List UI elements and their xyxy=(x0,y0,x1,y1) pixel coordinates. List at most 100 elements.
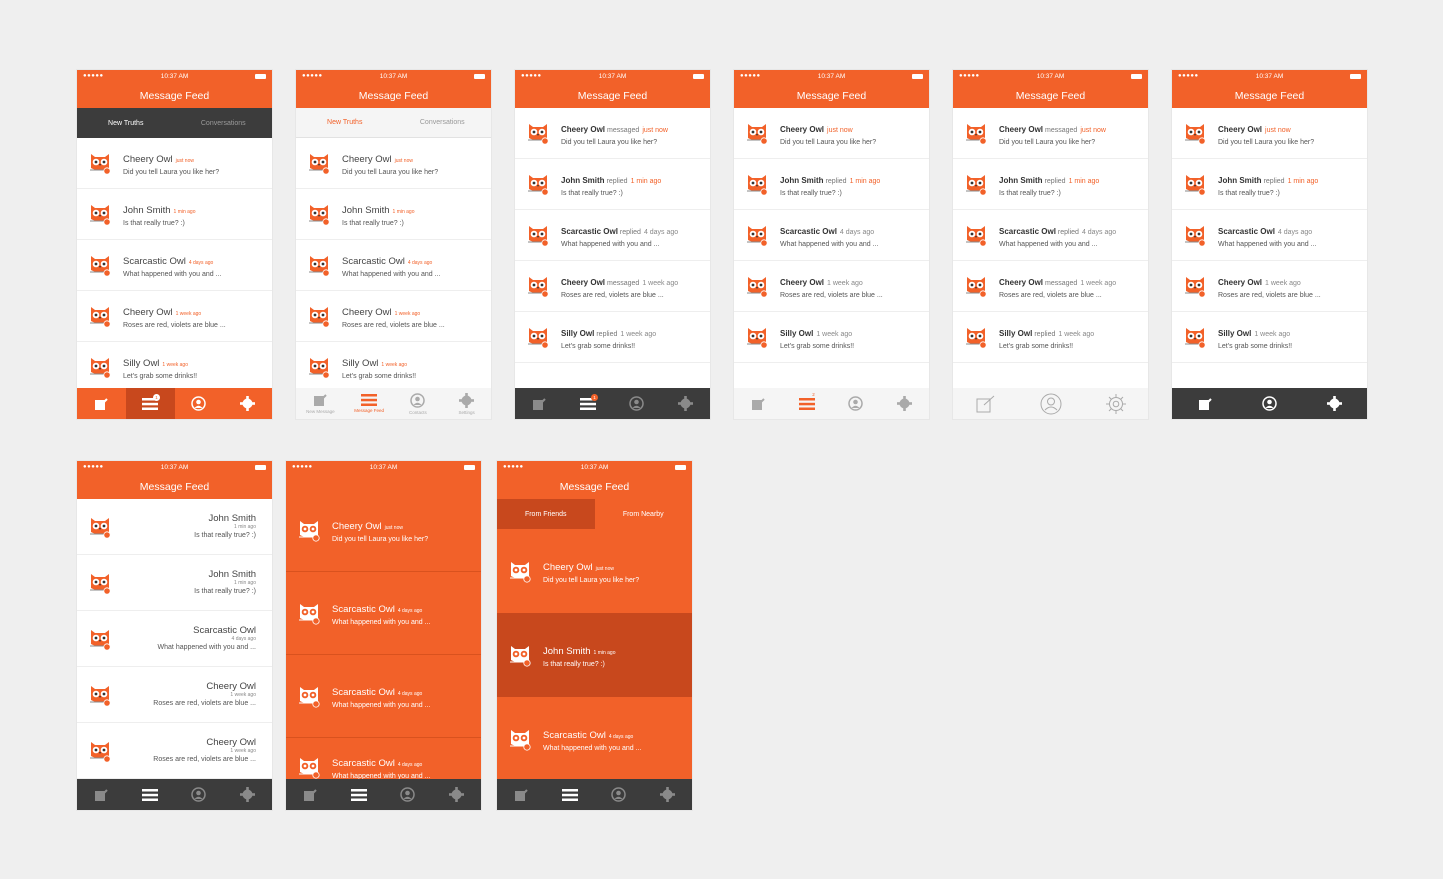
tab-compose[interactable] xyxy=(286,779,335,810)
timestamp: 1 week ago xyxy=(162,362,188,369)
tab-compose[interactable] xyxy=(77,388,126,419)
tab-feed[interactable] xyxy=(546,779,595,810)
list-item[interactable]: John Smith 1 min ago Is that really true?… xyxy=(296,189,491,240)
tab-contact[interactable] xyxy=(1018,388,1083,419)
tab-gear[interactable] xyxy=(1083,388,1148,419)
list-item[interactable]: Silly Owl 1 week ago Let's grab some drin… xyxy=(1172,312,1367,363)
tab-gear[interactable] xyxy=(880,388,929,419)
list-item[interactable]: John Smith 1 min ago Is that really true?… xyxy=(497,613,692,697)
tab-compose[interactable] xyxy=(77,779,126,810)
list-item[interactable]: Cheery Owl messaged 1 week ago Roses are r… xyxy=(953,261,1148,312)
list-item[interactable]: Scarcastic Owl 4 days ago What happened w… xyxy=(286,572,481,655)
list-item[interactable]: John Smith replied 1 min ago Is that reall… xyxy=(1172,159,1367,210)
tab-feed[interactable]: Message Feed xyxy=(345,388,394,419)
tab-gear[interactable] xyxy=(223,779,272,810)
tab-gear[interactable] xyxy=(1302,388,1367,419)
list-item[interactable]: Cheery Owl 1 week ago Roses are red, viol… xyxy=(1172,261,1367,312)
tab-conversations[interactable]: Conversations xyxy=(175,108,273,138)
tab-gear[interactable] xyxy=(223,388,272,419)
tab-compose[interactable] xyxy=(515,388,564,419)
list-item[interactable]: Cheery Owl messaged just now Did you tell … xyxy=(515,108,710,159)
list-item[interactable]: John Smith replied 1 min ago Is that reall… xyxy=(953,159,1148,210)
list-item[interactable]: Cheery Owl 1 week ago Roses are red, viol… xyxy=(296,291,491,342)
tab-feed[interactable] xyxy=(126,779,175,810)
tab-contact[interactable]: Contacts xyxy=(394,388,443,419)
list-item[interactable]: Cheery Owl just now Did you tell Laura yo… xyxy=(296,138,491,189)
tab-feed[interactable]: 1 xyxy=(125,388,175,419)
list-item[interactable]: Scarcastic Owl 4 days ago What happened … xyxy=(77,611,272,667)
tab-conversations[interactable]: Conversations xyxy=(394,108,492,137)
list-item[interactable]: Cheery Owl 1 week ago Roses are red, vio… xyxy=(77,667,272,723)
list-item[interactable]: Cheery Owl just now Did you tell Laura yo… xyxy=(1172,108,1367,159)
tab-feed[interactable]: 1 xyxy=(564,388,613,419)
timestamp: 4 days ago xyxy=(188,260,214,267)
tab-gear[interactable] xyxy=(432,779,481,810)
tab-contact[interactable] xyxy=(832,388,881,419)
list-item[interactable]: Silly Owl 1 week ago Let's grab some drin… xyxy=(734,312,929,363)
list-item[interactable]: Scarcastic Owl 4 days ago What happened w… xyxy=(497,697,692,781)
list-item[interactable]: Cheery Owl messaged just now Did you tell … xyxy=(953,108,1148,159)
tab-compose[interactable] xyxy=(497,779,546,810)
list-item[interactable]: Cheery Owl 1 week ago Roses are red, viol… xyxy=(77,291,272,342)
tab-new-truths[interactable]: New Truths xyxy=(77,108,175,138)
tab-gear[interactable] xyxy=(661,388,710,419)
list-item[interactable]: Cheery Owl messaged 1 week ago Roses are r… xyxy=(515,261,710,312)
message-preview: What happened with you and ... xyxy=(342,271,441,279)
tab-contact[interactable] xyxy=(1237,388,1302,419)
list-item[interactable]: John Smith 1 min ago Is that really true… xyxy=(77,555,272,611)
owl-avatar-icon xyxy=(306,151,332,175)
tab-from-nearby[interactable]: From Nearby xyxy=(595,499,693,529)
list-item[interactable]: Scarcastic Owl replied 4 days ago What hap… xyxy=(515,210,710,261)
list-item[interactable]: Scarcastic Owl 4 days ago What happened w… xyxy=(734,210,929,261)
list-item[interactable]: Cheery Owl just now Did you tell Laura yo… xyxy=(497,529,692,613)
list-item[interactable]: Silly Owl 1 week ago Let's grab some drin… xyxy=(77,342,272,393)
tab-contact[interactable] xyxy=(175,779,224,810)
timestamp: just now xyxy=(827,127,853,135)
tab-feed[interactable]: 2 xyxy=(783,388,832,419)
list-item[interactable]: Scarcastic Owl 4 days ago What happened w… xyxy=(296,240,491,291)
action-verb: messaged xyxy=(1045,127,1078,135)
tab-compose[interactable] xyxy=(1172,388,1237,419)
tab-bar: 1 xyxy=(77,388,272,419)
tab-compose[interactable]: New Message xyxy=(296,388,345,419)
list-item[interactable]: Scarcastic Owl 4 days ago What happened w… xyxy=(286,655,481,738)
list-item[interactable]: Cheery Owl just now Did you tell Laura yo… xyxy=(286,489,481,572)
list-item[interactable]: John Smith replied 1 min ago Is that reall… xyxy=(515,159,710,210)
list-item[interactable]: Cheery Owl just now Did you tell Laura yo… xyxy=(734,108,929,159)
tab-new-truths[interactable]: New Truths xyxy=(296,108,394,137)
tab-contact[interactable] xyxy=(384,779,433,810)
tab-from-friends[interactable]: From Friends xyxy=(497,499,595,529)
list-item[interactable]: Scarcastic Owl 4 days ago What happened w… xyxy=(77,240,272,291)
tab-gear[interactable] xyxy=(643,779,692,810)
list-item[interactable]: Silly Owl 1 week ago Let's grab some drin… xyxy=(296,342,491,393)
timestamp: 1 min ago xyxy=(849,178,881,186)
tab-contact[interactable] xyxy=(613,388,662,419)
list-item[interactable]: Cheery Owl just now Did you tell Laura yo… xyxy=(77,138,272,189)
list-item[interactable]: Cheery Owl 1 week ago Roses are red, vio… xyxy=(77,723,272,779)
list-item[interactable]: Scarcastic Owl 4 days ago What happened w… xyxy=(1172,210,1367,261)
tab-contact[interactable] xyxy=(175,388,224,419)
list-item[interactable]: Scarcastic Owl replied 4 days ago What hap… xyxy=(953,210,1148,261)
list-item[interactable]: John Smith 1 min ago Is that really true?… xyxy=(77,189,272,240)
tab-compose[interactable] xyxy=(953,388,1018,419)
list-item[interactable]: Silly Owl replied 1 week ago Let's grab so… xyxy=(953,312,1148,363)
sender-name: John Smith xyxy=(543,646,591,658)
list-item[interactable]: John Smith 1 min ago Is that really true… xyxy=(77,499,272,555)
gear-icon xyxy=(1105,393,1127,415)
timestamp: 1 week ago xyxy=(394,311,421,318)
list-item[interactable]: Cheery Owl 1 week ago Roses are red, viol… xyxy=(734,261,929,312)
notification-badge: 1 xyxy=(591,394,599,401)
contact-icon xyxy=(1262,396,1277,411)
status-time: 10:37 AM xyxy=(369,464,398,471)
page-title: Message Feed xyxy=(734,84,929,108)
owl-avatar-icon xyxy=(744,172,770,196)
tab-bar: New Message Message Feed Contacts Settings xyxy=(296,388,491,419)
tab-contact[interactable] xyxy=(595,779,644,810)
list-item[interactable]: John Smith replied 1 min ago Is that reall… xyxy=(734,159,929,210)
tab-feed[interactable] xyxy=(335,779,384,810)
tab-compose[interactable] xyxy=(734,388,783,419)
page-title: Message Feed xyxy=(77,475,272,499)
list-item[interactable]: Silly Owl replied 1 week ago Let's grab so… xyxy=(515,312,710,363)
tab-gear[interactable]: Settings xyxy=(442,388,491,419)
owl-avatar-icon xyxy=(296,755,322,779)
